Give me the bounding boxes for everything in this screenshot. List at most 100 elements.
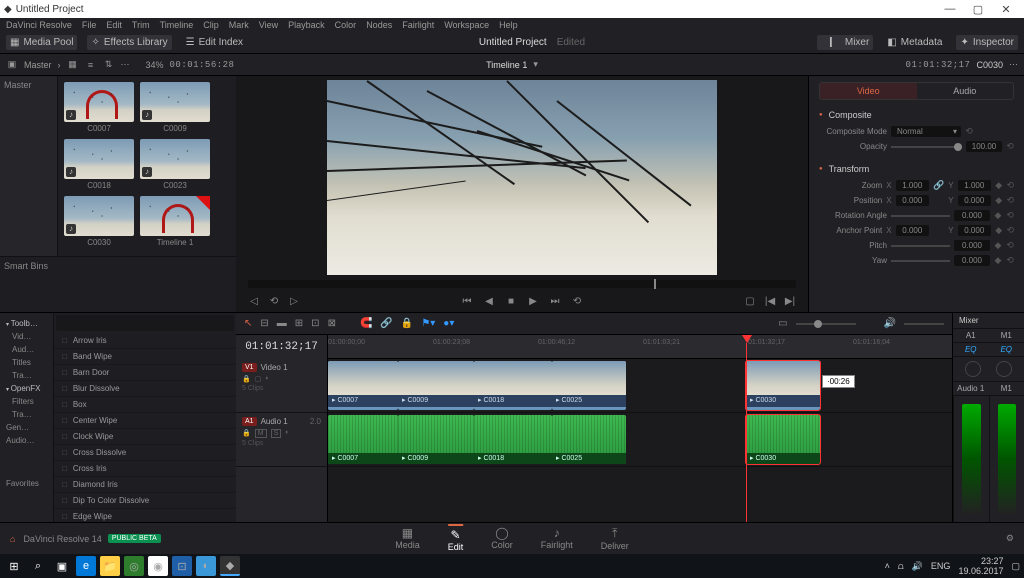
mixer-button[interactable]: ⎹⎸Mixer	[817, 35, 873, 50]
tray-lang[interactable]: ENG	[931, 561, 951, 571]
pitch-slider[interactable]	[891, 245, 950, 247]
zoom-slider[interactable]	[796, 323, 856, 325]
first-frame-icon[interactable]: ⏮	[461, 295, 473, 307]
thumb-view-icon[interactable]: ▦	[67, 59, 79, 70]
flag-icon[interactable]: ⚑▾	[421, 318, 435, 329]
tray-date[interactable]: 19.06.2017	[958, 566, 1003, 576]
lock-icon[interactable]: 🔒	[242, 375, 251, 383]
fx-item[interactable]: Blur Dissolve	[54, 381, 236, 397]
fx-category-toolbox[interactable]: Toolb…	[2, 317, 51, 330]
trim-tool-icon[interactable]: ⊟	[260, 318, 268, 329]
taskbar-app[interactable]: ◎	[124, 556, 144, 576]
reset-icon[interactable]: ⟲	[965, 126, 973, 137]
menu-item[interactable]: Timeline	[160, 20, 194, 30]
tray-time[interactable]: 23:27	[981, 556, 1004, 566]
window-minimize[interactable]: —	[936, 3, 964, 15]
playhead[interactable]	[746, 359, 747, 522]
smart-bins[interactable]: Smart Bins	[0, 256, 236, 312]
page-deliver[interactable]: ⤒Deliver	[601, 526, 629, 552]
menu-item[interactable]: Nodes	[366, 20, 392, 30]
opacity-value[interactable]: 100.00	[966, 141, 1002, 152]
fx-category[interactable]: Filters	[2, 395, 51, 408]
reset-icon[interactable]: ⟲	[1006, 195, 1014, 206]
bin-tree[interactable]: Master	[0, 76, 58, 256]
media-pool-button[interactable]: ▦Media Pool	[6, 35, 77, 50]
anchor-y[interactable]: 0.000	[958, 225, 991, 236]
yaw-value[interactable]: 0.000	[954, 255, 990, 266]
blade-tool-icon[interactable]: ▬	[277, 318, 287, 329]
effects-library-button[interactable]: ✧Effects Library	[87, 35, 171, 50]
lock-icon[interactable]: 🔒	[401, 318, 413, 329]
reset-icon[interactable]: ⟲	[1006, 255, 1014, 266]
last-frame-icon[interactable]: ⏭	[549, 295, 561, 307]
composite-mode-select[interactable]: Normal	[891, 126, 961, 137]
link-icon[interactable]: 🔗	[933, 180, 944, 191]
edit-index-button[interactable]: ☰Edit Index	[182, 35, 247, 50]
selection-tool-icon[interactable]: ↖	[244, 318, 252, 329]
fx-item[interactable]: Dip To Color Dissolve	[54, 493, 236, 509]
playhead[interactable]	[746, 343, 747, 359]
next-edit-icon[interactable]: ▷	[288, 295, 300, 307]
page-media[interactable]: ▦Media	[395, 526, 420, 552]
magnet-icon[interactable]: 🧲	[360, 318, 372, 329]
menu-item[interactable]: View	[259, 20, 278, 30]
menu-item[interactable]: Mark	[229, 20, 249, 30]
fx-category[interactable]: Vid…	[2, 330, 51, 343]
metadata-button[interactable]: ◧Metadata	[883, 35, 946, 50]
mute-button[interactable]: M	[255, 429, 267, 438]
audio-clip[interactable]: ▸ C0030	[746, 415, 820, 464]
menu-item[interactable]: Color	[335, 20, 357, 30]
viewer-scrubber[interactable]	[248, 280, 796, 288]
pan-knob[interactable]	[965, 361, 981, 377]
menu-item[interactable]: Fairlight	[402, 20, 434, 30]
home-icon[interactable]: ⌂	[10, 534, 15, 544]
menu-item[interactable]: Edit	[106, 20, 122, 30]
anchor-x[interactable]: 0.000	[896, 225, 929, 236]
tray-chevron-icon[interactable]: ˄	[885, 561, 890, 571]
clip-thumb[interactable]: ♪C0030	[64, 196, 134, 247]
fx-item[interactable]: Diamond Iris	[54, 477, 236, 493]
overwrite-icon[interactable]: ⊡	[311, 318, 319, 329]
page-fairlight[interactable]: ♪Fairlight	[541, 526, 573, 552]
search-icon[interactable]: ⌕	[28, 556, 48, 576]
yaw-slider[interactable]	[891, 260, 950, 262]
match-frame-icon[interactable]: ▢	[744, 295, 756, 307]
fx-category-openfx[interactable]: OpenFX	[2, 382, 51, 395]
project-settings-icon[interactable]: ⚙	[1006, 533, 1014, 544]
fader[interactable]	[962, 404, 981, 514]
eq-button[interactable]: EQ	[989, 343, 1024, 356]
menu-item[interactable]: DaVinci Resolve	[6, 20, 72, 30]
audio-clip[interactable]: ▸ C0007	[328, 415, 398, 464]
chevron-down-icon[interactable]: ▾	[533, 59, 538, 70]
fader[interactable]	[998, 404, 1017, 514]
clip-thumb[interactable]: ♪C0007	[64, 82, 134, 133]
fx-item[interactable]: Barn Door	[54, 365, 236, 381]
rotation-value[interactable]: 0.000	[954, 210, 990, 221]
panel-icon[interactable]: ▣	[6, 59, 18, 70]
prev-edit-icon[interactable]: ◁	[248, 295, 260, 307]
list-view-icon[interactable]: ≡	[85, 60, 97, 70]
zoom-y[interactable]: 1.000	[958, 180, 991, 191]
timeline-view-icon[interactable]: ▭	[778, 318, 787, 329]
audio-clip[interactable]: ▸ C0025	[552, 415, 626, 464]
reset-icon[interactable]: ⟲	[1006, 240, 1014, 251]
lock-icon[interactable]: 🔒	[242, 429, 251, 438]
clip-thumb[interactable]: ♪C0018	[64, 139, 134, 190]
menu-item[interactable]: Trim	[132, 20, 150, 30]
menu-item[interactable]: Clip	[203, 20, 219, 30]
fx-item[interactable]: Cross Dissolve	[54, 445, 236, 461]
taskbar-app-edge[interactable]: e	[76, 556, 96, 576]
fx-category[interactable]: Tra…	[2, 369, 51, 382]
timeline-name[interactable]: Timeline 1	[486, 60, 527, 70]
pos-y[interactable]: 0.000	[958, 195, 991, 206]
play-reverse-icon[interactable]: ◀	[483, 295, 495, 307]
tray-volume-icon[interactable]: 🔊	[912, 561, 923, 572]
taskbar-app[interactable]: ◐	[196, 556, 216, 576]
play-icon[interactable]: ▶	[527, 295, 539, 307]
menu-item[interactable]: File	[82, 20, 97, 30]
pitch-value[interactable]: 0.000	[954, 240, 990, 251]
taskbar-app-resolve[interactable]: ◆	[220, 556, 240, 576]
replace-icon[interactable]: ⊠	[328, 318, 336, 329]
loop-icon[interactable]: ⟲	[268, 295, 280, 307]
fx-category[interactable]: Gen…	[2, 421, 51, 434]
